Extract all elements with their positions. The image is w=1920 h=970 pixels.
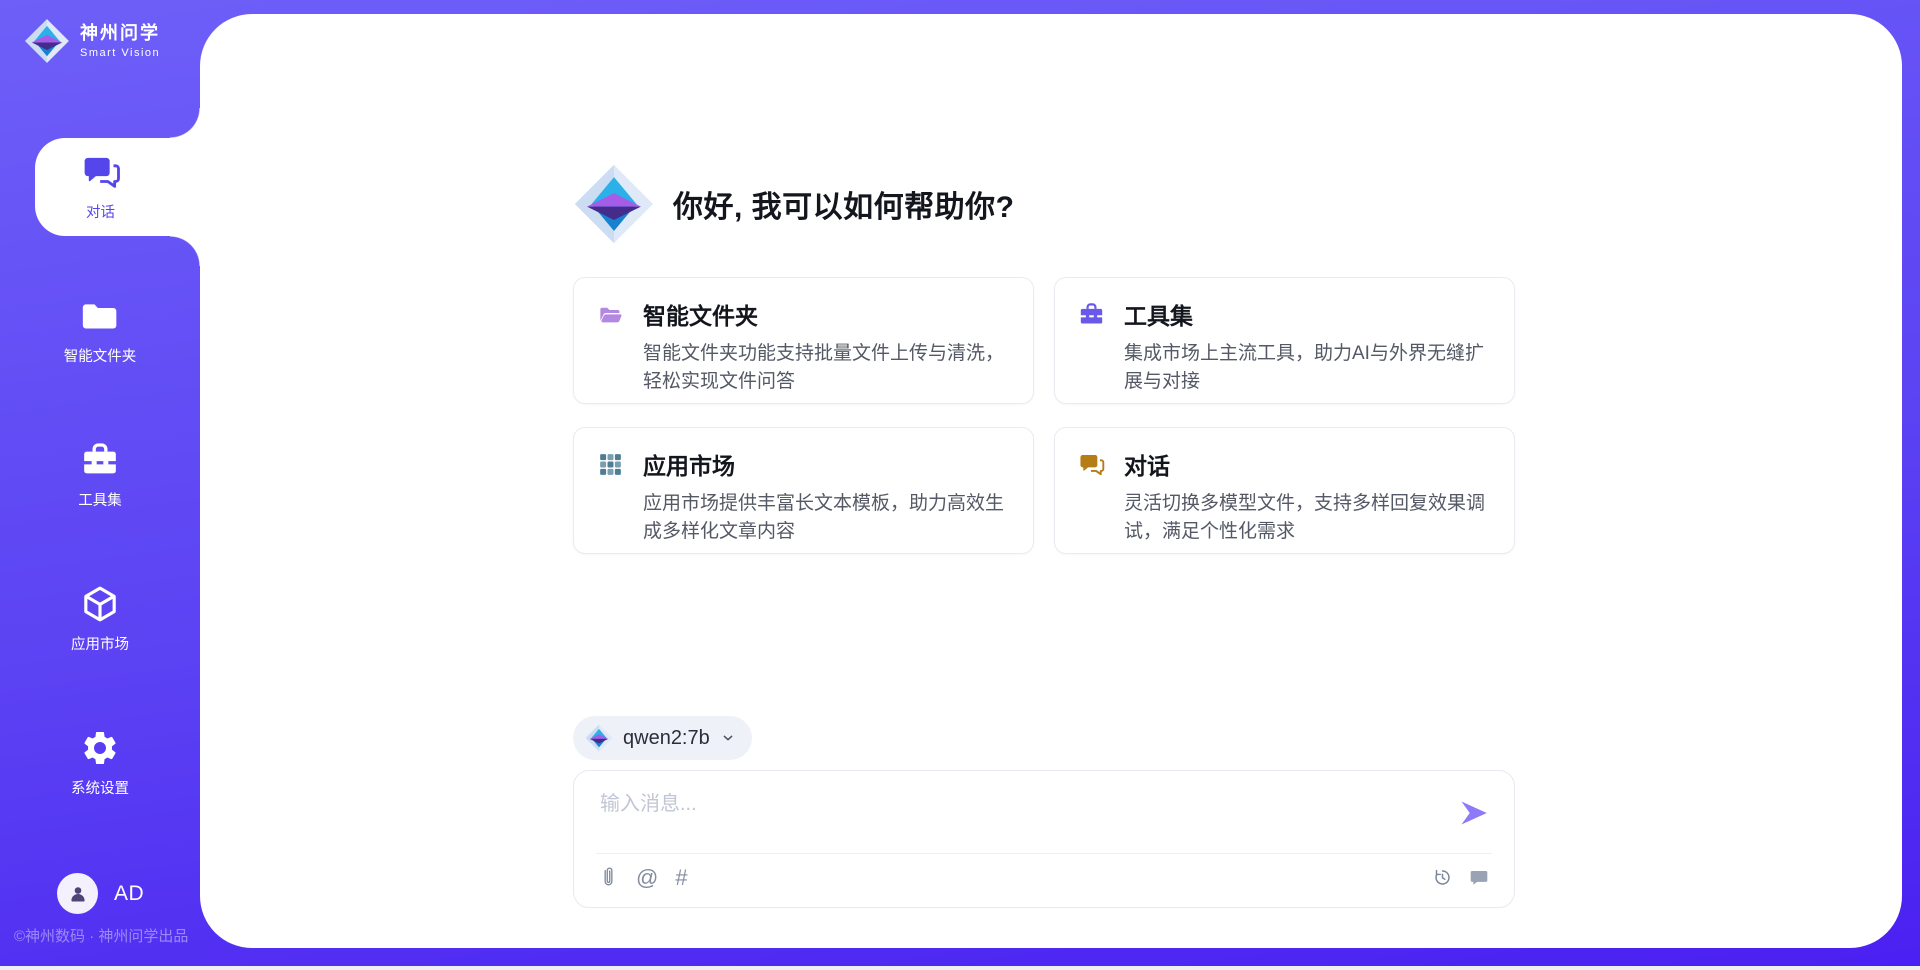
card-header: 对话 (1078, 447, 1491, 481)
brand-logo-icon (24, 18, 70, 64)
card-title: 应用市场 (643, 447, 735, 481)
brand-name: 神州问学 (80, 23, 160, 45)
message-input[interactable] (598, 785, 1448, 847)
send-button[interactable] (1458, 797, 1490, 829)
sidebar-item-chat[interactable]: 对话 (35, 138, 200, 236)
divider (596, 853, 1492, 854)
app-logo-icon (573, 163, 655, 245)
brand: 神州问学 Smart Vision (24, 18, 160, 64)
toolbox-icon (1078, 301, 1105, 328)
sidebar-item-label: 对话 (86, 201, 115, 222)
card-header: 工具集 (1078, 297, 1491, 331)
sidebar-item-label: 系统设置 (71, 777, 129, 798)
brand-subtitle: Smart Vision (80, 47, 160, 59)
toolbox-icon (80, 440, 120, 480)
card-title: 对话 (1124, 447, 1170, 481)
chat-icon (1078, 451, 1105, 478)
user-account[interactable]: AD (57, 873, 144, 914)
card-smart-folder[interactable]: 智能文件夹 智能文件夹功能支持批量文件上传与清洗，轻松实现文件问答 (573, 277, 1034, 404)
grid-icon (597, 451, 624, 478)
sidebar-item-label: 应用市场 (71, 633, 129, 654)
hash-icon[interactable]: # (675, 867, 687, 889)
history-icon[interactable] (1432, 867, 1453, 888)
card-header: 应用市场 (597, 447, 1010, 481)
gear-icon (80, 728, 120, 768)
brand-text: 神州问学 Smart Vision (80, 23, 160, 59)
sidebar-nav: 对话 智能文件夹 工具集 应用市场 系统设置 (0, 138, 200, 858)
sidebar-item-smart-folder[interactable]: 智能文件夹 (0, 282, 200, 380)
feature-cards: 智能文件夹 智能文件夹功能支持批量文件上传与清洗，轻松实现文件问答 工具集 集成… (573, 277, 1515, 554)
card-description: 应用市场提供丰富长文本模板，助力高效生成多样化文章内容 (643, 490, 1010, 545)
greeting-title: 你好, 我可以如何帮助你? (673, 182, 1015, 226)
model-logo-icon (585, 724, 613, 752)
model-name: qwen2:7b (623, 727, 710, 750)
chevron-down-icon (720, 730, 736, 746)
composer-tools-right (1432, 867, 1490, 888)
card-description: 智能文件夹功能支持批量文件上传与清洗，轻松实现文件问答 (643, 340, 1010, 395)
folder-open-icon (597, 301, 624, 328)
main-content: 你好, 我可以如何帮助你? 智能文件夹 智能文件夹功能支持批量文件上传与清洗，轻… (573, 14, 1515, 948)
sidebar-item-app-market[interactable]: 应用市场 (0, 570, 200, 668)
chat-bubble-icon[interactable] (1468, 867, 1490, 888)
send-icon (1458, 797, 1490, 829)
sidebar-item-label: 智能文件夹 (64, 345, 137, 366)
paperclip-icon[interactable] (598, 865, 619, 890)
cube-icon (80, 584, 120, 624)
chat-icon (81, 152, 121, 192)
at-icon[interactable]: @ (636, 867, 658, 889)
main-panel: 你好, 我可以如何帮助你? 智能文件夹 智能文件夹功能支持批量文件上传与清洗，轻… (200, 14, 1902, 948)
card-description: 灵活切换多模型文件，支持多样回复效果调试，满足个性化需求 (1124, 490, 1491, 545)
card-description: 集成市场上主流工具，助力AI与外界无缝扩展与对接 (1124, 340, 1491, 395)
sidebar-item-toolset[interactable]: 工具集 (0, 426, 200, 524)
composer-tools-left: @ # (598, 865, 688, 890)
greeting: 你好, 我可以如何帮助你? (573, 163, 1015, 245)
avatar (57, 873, 98, 914)
card-header: 智能文件夹 (597, 297, 1010, 331)
card-title: 智能文件夹 (643, 297, 758, 331)
copyright: ©神州数码 · 神州问学出品 (14, 925, 188, 946)
card-title: 工具集 (1124, 297, 1193, 331)
message-composer: @ # (573, 770, 1515, 908)
sidebar-item-settings[interactable]: 系统设置 (0, 714, 200, 812)
card-chat[interactable]: 对话 灵活切换多模型文件，支持多样回复效果调试，满足个性化需求 (1054, 427, 1515, 554)
horizontal-scrollbar[interactable] (0, 966, 1920, 970)
card-toolset[interactable]: 工具集 集成市场上主流工具，助力AI与外界无缝扩展与对接 (1054, 277, 1515, 404)
folder-icon (80, 296, 120, 336)
model-selector[interactable]: qwen2:7b (573, 716, 752, 760)
sidebar: 神州问学 Smart Vision 对话 智能文件夹 工具集 应用市场 系统设置… (0, 0, 200, 970)
user-initials: AD (114, 882, 144, 906)
card-app-market[interactable]: 应用市场 应用市场提供丰富长文本模板，助力高效生成多样化文章内容 (573, 427, 1034, 554)
sidebar-item-label: 工具集 (78, 489, 122, 510)
